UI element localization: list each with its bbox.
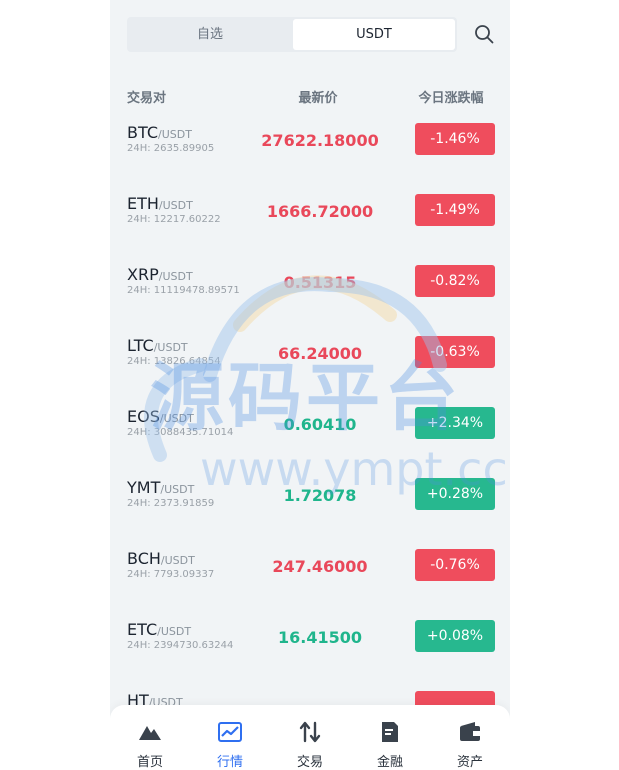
table-header: 交易对 最新价 今日涨跌幅 [110, 87, 510, 106]
volume-24h: 24H: 12217.60222 [127, 214, 221, 225]
market-list: BTC/USDT 24H: 2635.89905 27622.18000 -1.… [110, 113, 510, 752]
last-price: 1666.72000 [266, 202, 374, 221]
header-pair: 交易对 [127, 91, 167, 106]
last-price: 66.24000 [277, 344, 362, 363]
pair-name: BCH/USDT [127, 549, 195, 568]
market-row-btc[interactable]: BTC/USDT 24H: 2635.89905 27622.18000 -1.… [110, 113, 510, 184]
pair-name: ETC/USDT [127, 620, 192, 639]
nav-home-label: 首页 [136, 755, 163, 770]
market-row-ymt[interactable]: YMT/USDT 24H: 2373.91859 1.72078 +0.28% [110, 468, 510, 539]
nav-home[interactable]: 首页 [110, 705, 190, 770]
nav-assets-label: 资产 [456, 755, 483, 770]
tab-usdt[interactable]: USDT [293, 19, 455, 50]
search-icon[interactable] [474, 24, 494, 44]
nav-finance[interactable]: 金融 [350, 705, 430, 770]
pair-name: EOS/USDT [127, 407, 194, 426]
volume-24h: 24H: 2394730.63244 [127, 640, 234, 651]
market-row-ltc[interactable]: LTC/USDT 24H: 13826.64854 66.24000 -0.63… [110, 326, 510, 397]
trade-arrows-icon [299, 721, 321, 743]
pair-name: LTC/USDT [127, 336, 188, 355]
market-row-bch[interactable]: BCH/USDT 24H: 7793.09337 247.46000 -0.76… [110, 539, 510, 610]
market-screen: 自选 USDT 交易对 最新价 今日涨跌幅 BTC/USDT 24H: 2635… [110, 0, 510, 770]
change-badge[interactable]: -0.82% [415, 265, 495, 297]
market-row-eth[interactable]: ETH/USDT 24H: 12217.60222 1666.72000 -1.… [110, 184, 510, 255]
finance-document-icon [382, 722, 398, 742]
pair-name: YMT/USDT [127, 478, 195, 497]
change-badge[interactable]: -1.49% [415, 194, 495, 226]
tab-favorites[interactable]: 自选 [129, 19, 291, 50]
home-mountain-icon [139, 726, 161, 740]
volume-24h: 24H: 2373.91859 [127, 498, 215, 509]
market-row-etc[interactable]: ETC/USDT 24H: 2394730.63244 16.41500 +0.… [110, 610, 510, 681]
volume-24h: 24H: 13826.64854 [127, 356, 221, 367]
market-chart-icon [218, 722, 242, 742]
volume-24h: 24H: 2635.89905 [127, 143, 215, 154]
volume-24h: 24H: 7793.09337 [127, 569, 215, 580]
change-badge[interactable]: +0.28% [415, 478, 495, 510]
header-price: 最新价 [298, 91, 338, 106]
last-price: 1.72078 [283, 486, 357, 505]
change-badge[interactable]: -0.76% [415, 549, 495, 581]
nav-trade-label: 交易 [296, 755, 323, 770]
market-row-xrp[interactable]: XRP/USDT 24H: 11119478.89571 0.51315 -0.… [110, 255, 510, 326]
last-price: 16.41500 [277, 628, 362, 647]
last-price: 247.46000 [272, 557, 368, 576]
market-row-eos[interactable]: EOS/USDT 24H: 3088435.71014 0.60410 +2.3… [110, 397, 510, 468]
nav-finance-label: 金融 [376, 755, 403, 770]
last-price: 27622.18000 [261, 131, 379, 150]
last-price: 0.60410 [283, 415, 357, 434]
header-change: 今日涨跌幅 [418, 91, 484, 106]
nav-market-label: 行情 [216, 755, 243, 770]
bottom-nav: 首页 行情 交易 金融 资产 [110, 705, 510, 770]
wallet-icon [460, 722, 480, 741]
volume-24h: 24H: 11119478.89571 [127, 285, 240, 296]
change-badge[interactable]: -1.46% [415, 123, 495, 155]
nav-market[interactable]: 行情 [190, 705, 270, 770]
change-badge[interactable]: -0.63% [415, 336, 495, 368]
nav-trade[interactable]: 交易 [270, 705, 350, 770]
market-tabs: 自选 USDT [127, 17, 457, 52]
volume-24h: 24H: 3088435.71014 [127, 427, 234, 438]
pair-name: ETH/USDT [127, 194, 193, 213]
last-price: 0.51315 [283, 273, 357, 292]
pair-name: BTC/USDT [127, 123, 192, 142]
pair-name: XRP/USDT [127, 265, 193, 284]
change-badge[interactable]: +0.08% [415, 620, 495, 652]
nav-assets[interactable]: 资产 [430, 705, 510, 770]
change-badge[interactable]: +2.34% [415, 407, 495, 439]
